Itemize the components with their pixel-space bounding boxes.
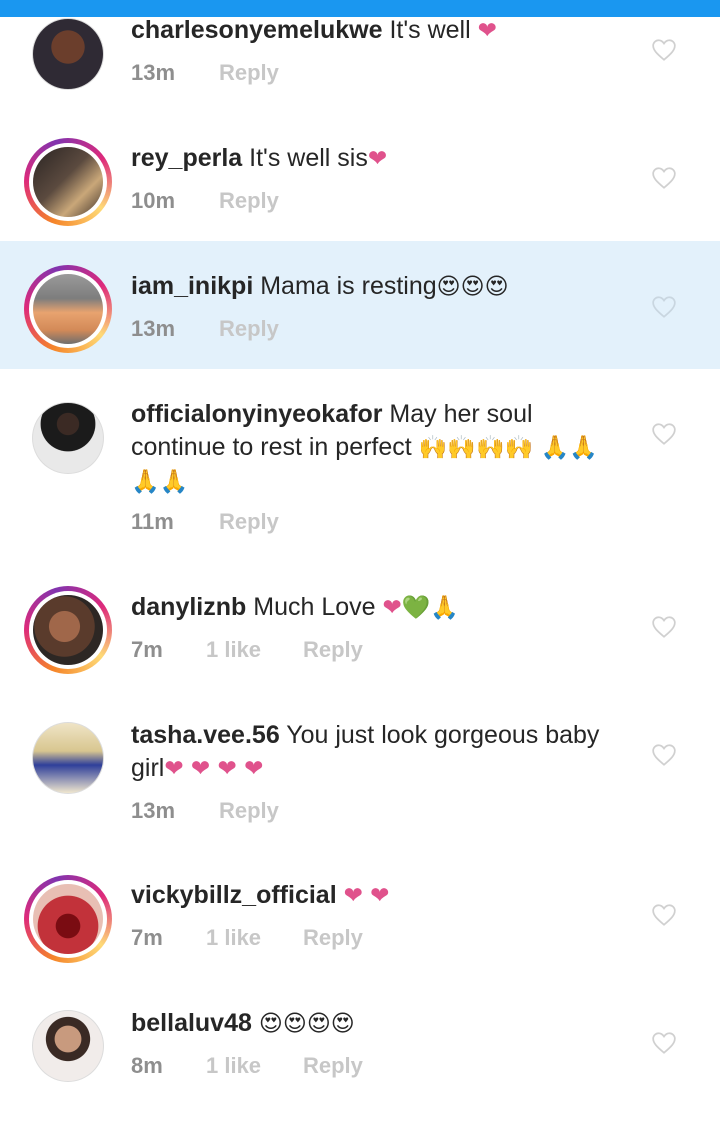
comment-emoji: ❤ <box>367 146 388 172</box>
comment-item: charlesonyemelukwe It's well ❤ 13m Reply <box>0 0 720 112</box>
comment-username[interactable]: vickybillz_official <box>131 881 337 909</box>
comment-time: 11m <box>131 509 174 534</box>
reply-button[interactable]: Reply <box>219 509 279 535</box>
heart-outline-icon[interactable] <box>651 422 677 446</box>
heart-outline-icon[interactable] <box>651 1031 677 1055</box>
comment-text: danyliznb Much Love ❤💚🙏 <box>131 591 601 625</box>
reply-button[interactable]: Reply <box>219 316 279 342</box>
reply-button[interactable]: Reply <box>219 798 279 824</box>
comment-body: It's well sis <box>249 144 368 172</box>
comment-text: bellaluv48 😍😍😍😍 <box>131 1007 601 1041</box>
comment-body: Mama is resting <box>260 272 437 300</box>
comment-emoji: ❤ <box>477 18 497 44</box>
comment-item: officialonyinyeokafor May her soul conti… <box>0 369 720 561</box>
like-count[interactable]: 1 like <box>206 637 261 663</box>
comment-time: 7m <box>131 637 163 662</box>
avatar[interactable] <box>24 265 112 353</box>
comment-item: rey_perla It's well sis❤ 10m Reply <box>0 112 720 241</box>
comment-item: vickybillz_official ❤ ❤ 7m 1 like Reply <box>0 850 720 978</box>
reply-button[interactable]: Reply <box>303 1053 363 1079</box>
heart-outline-icon[interactable] <box>651 743 677 767</box>
comment-time: 10m <box>131 188 176 213</box>
comment-username[interactable]: iam_inikpi <box>131 272 253 300</box>
comment-text: tasha.vee.56 You just look gorgeous baby… <box>131 719 601 786</box>
reply-button[interactable]: Reply <box>303 925 363 951</box>
avatar[interactable] <box>24 138 112 226</box>
comment-username[interactable]: rey_perla <box>131 144 242 172</box>
comment-emoji: 😍😍😍 <box>436 274 509 300</box>
avatar[interactable] <box>32 402 104 474</box>
comment-text: iam_inikpi Mama is resting😍😍😍 <box>131 270 601 304</box>
comment-body: It's well <box>389 16 471 44</box>
heart-outline-icon[interactable] <box>651 166 677 190</box>
comment-emoji: ❤ ❤ <box>343 883 390 909</box>
avatar[interactable] <box>32 722 104 794</box>
comment-time: 13m <box>131 316 176 341</box>
comment-time: 7m <box>131 925 163 950</box>
comment-text: rey_perla It's well sis❤ <box>131 142 601 176</box>
comment-emoji: 😍😍😍😍 <box>258 1011 355 1037</box>
heart-outline-icon[interactable] <box>651 295 677 319</box>
comment-body: Much Love <box>253 593 376 621</box>
heart-outline-icon[interactable] <box>651 615 677 639</box>
heart-outline-icon[interactable] <box>651 38 677 62</box>
comment-emoji: ❤💚🙏 <box>382 595 460 621</box>
comment-item: danyliznb Much Love ❤💚🙏 7m 1 like Reply <box>0 561 720 690</box>
like-count[interactable]: 1 like <box>206 1053 261 1079</box>
heart-outline-icon[interactable] <box>651 903 677 927</box>
like-count[interactable]: 1 like <box>206 925 261 951</box>
comment-item: tasha.vee.56 You just look gorgeous baby… <box>0 690 720 850</box>
reply-button[interactable]: Reply <box>219 60 279 86</box>
comment-text: vickybillz_official ❤ ❤ <box>131 879 601 913</box>
comment-time: 13m <box>131 798 176 823</box>
comment-username[interactable]: charlesonyemelukwe <box>131 16 383 44</box>
comment-text: charlesonyemelukwe It's well ❤ <box>131 14 601 48</box>
avatar[interactable] <box>32 1010 104 1082</box>
comment-username[interactable]: danyliznb <box>131 593 246 621</box>
comment-username[interactable]: tasha.vee.56 <box>131 721 280 749</box>
reply-button[interactable]: Reply <box>303 637 363 663</box>
comment-time: 13m <box>131 60 176 85</box>
comment-username[interactable]: bellaluv48 <box>131 1009 252 1037</box>
comment-item: bellaluv48 😍😍😍😍 8m 1 like Reply <box>0 978 720 1139</box>
comment-text: officialonyinyeokafor May her soul conti… <box>131 398 601 499</box>
avatar[interactable] <box>24 875 112 963</box>
avatar[interactable] <box>24 586 112 674</box>
comment-item-highlighted: iam_inikpi Mama is resting😍😍😍 13m Reply <box>0 241 720 369</box>
comment-emoji: ❤ ❤ ❤ ❤ <box>164 756 264 782</box>
comment-time: 8m <box>131 1053 163 1078</box>
reply-button[interactable]: Reply <box>219 188 279 214</box>
avatar[interactable] <box>32 18 104 90</box>
comment-username[interactable]: officialonyinyeokafor <box>131 400 382 428</box>
